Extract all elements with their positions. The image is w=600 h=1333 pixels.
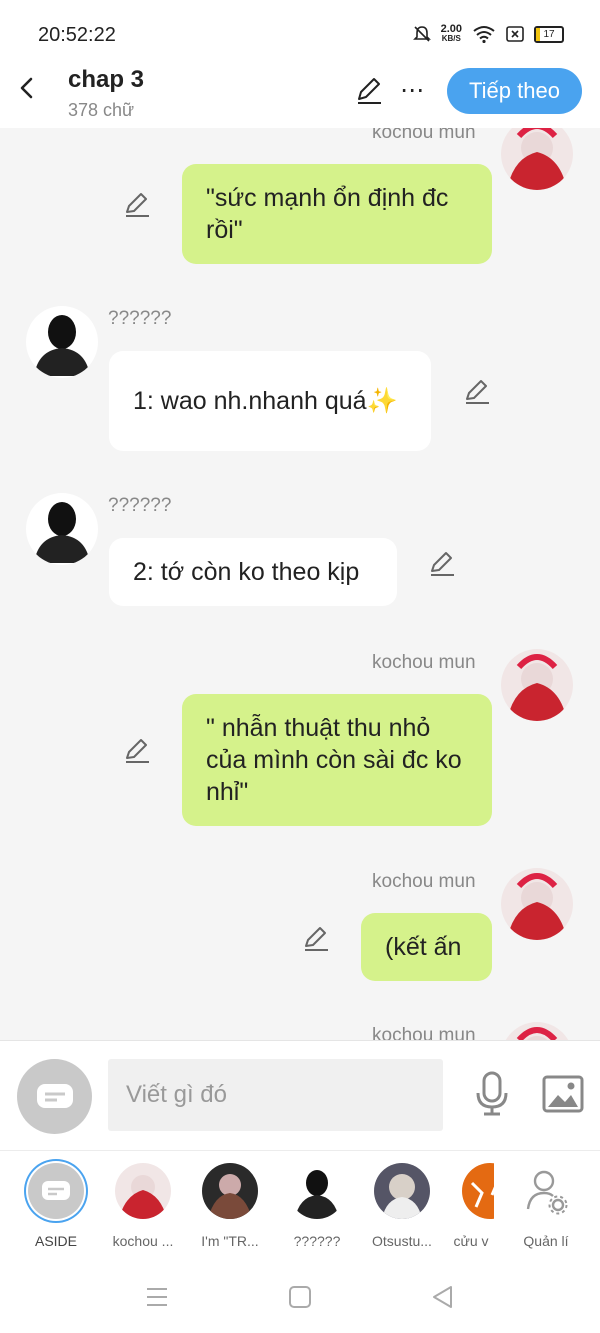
next-button[interactable]: Tiếp theo — [447, 68, 582, 114]
character-unknown[interactable]: ?????? — [277, 1163, 357, 1249]
avatar-kochou-mun — [115, 1163, 171, 1219]
avatar-tr — [202, 1163, 258, 1219]
edit-message-icon[interactable] — [463, 378, 491, 406]
avatar-aside — [28, 1163, 84, 1219]
chat-toggle-button[interactable] — [17, 1059, 92, 1134]
wifi-icon — [473, 26, 495, 43]
edit-icon[interactable] — [354, 76, 384, 106]
speaker-name: kochou mun — [372, 652, 476, 673]
character-label: I'm "TR... — [201, 1233, 259, 1249]
menu-icon[interactable] — [142, 1282, 172, 1312]
character-cuu-vi[interactable]: cửu v — [448, 1163, 494, 1249]
character-otsustu[interactable]: Otsustu... — [362, 1163, 442, 1249]
character-aside[interactable]: ASIDE — [16, 1163, 96, 1249]
character-selector: ASIDE kochou ... I'm "TR... ?????? Otsus… — [0, 1150, 600, 1261]
speaker-name: kochou mun — [372, 1025, 476, 1040]
edit-message-icon[interactable] — [302, 925, 330, 953]
speaker-name: ?????? — [108, 308, 172, 329]
avatar-unknown[interactable] — [26, 493, 98, 565]
chapter-header: chap 3 378 chữ ⋯ Tiếp theo — [0, 60, 600, 128]
avatar-otsustu — [374, 1163, 430, 1219]
chat-bubble-icon — [42, 1181, 70, 1200]
character-label: Otsustu... — [372, 1233, 432, 1249]
microphone-icon[interactable] — [474, 1071, 510, 1117]
speaker-name: ?????? — [108, 495, 172, 516]
character-label: Quản lí — [523, 1233, 569, 1249]
message-input[interactable]: Viết gì đó — [108, 1059, 443, 1131]
avatar-cuu-vi — [462, 1163, 494, 1219]
message-bubble[interactable]: "sức mạnh ổn định đc rồi" — [182, 164, 492, 264]
chat-area[interactable]: kochou mun "sức mạnh ổn định đc rồi" ???… — [0, 128, 600, 1040]
input-bar: Viết gì đó — [0, 1040, 600, 1151]
speaker-name: kochou mun — [372, 128, 476, 143]
message-bubble[interactable]: 1: wao nh.nhanh quá✨ — [109, 351, 431, 451]
character-tr[interactable]: I'm "TR... — [190, 1163, 270, 1249]
home-square-icon[interactable] — [285, 1282, 315, 1312]
status-time: 20:52:22 — [38, 24, 116, 46]
chapter-title: chap 3 — [68, 66, 145, 93]
avatar-kochou-mun[interactable] — [501, 128, 573, 190]
message-bubble[interactable]: (kết ấn — [361, 913, 492, 981]
edit-message-icon[interactable] — [428, 550, 456, 578]
word-count: 378 chữ — [68, 100, 135, 120]
system-nav-bar — [0, 1260, 600, 1333]
image-icon[interactable] — [542, 1075, 584, 1113]
avatar-unknown — [289, 1163, 345, 1219]
avatar-kochou-mun[interactable] — [501, 868, 573, 940]
avatar-kochou-mun[interactable] — [501, 1022, 573, 1040]
battery-icon: 17 — [534, 25, 564, 43]
status-icons: 2.00 KB/S 17 — [412, 23, 564, 44]
close-box-icon — [506, 26, 524, 42]
user-gear-icon — [518, 1163, 574, 1219]
edit-message-icon[interactable] — [123, 737, 151, 765]
more-options-icon[interactable]: ⋯ — [400, 76, 425, 105]
message-bubble[interactable]: " nhẫn thuật thu nhỏ của mình còn sài đc… — [182, 694, 492, 826]
character-label: cửu v — [453, 1233, 489, 1249]
manage-characters-button[interactable]: Quản lí — [506, 1163, 586, 1249]
edit-message-icon[interactable] — [123, 191, 151, 219]
back-triangle-icon[interactable] — [428, 1282, 458, 1312]
character-label: ASIDE — [34, 1233, 77, 1249]
message-bubble[interactable]: 2: tớ còn ko theo kịp — [109, 538, 397, 606]
character-kochou[interactable]: kochou ... — [103, 1163, 183, 1249]
avatar-unknown[interactable] — [26, 306, 98, 378]
speaker-name: kochou mun — [372, 871, 476, 892]
net-speed: 2.00 KB/S — [440, 23, 462, 44]
chat-bubble-icon — [36, 1083, 73, 1108]
character-label: kochou ... — [112, 1233, 174, 1249]
status-bar: 20:52:22 2.00 KB/S 17 — [0, 0, 600, 60]
character-label: ?????? — [293, 1233, 341, 1249]
avatar-kochou-mun[interactable] — [501, 649, 573, 721]
bell-off-icon — [412, 26, 431, 42]
back-arrow-icon[interactable] — [14, 74, 42, 102]
